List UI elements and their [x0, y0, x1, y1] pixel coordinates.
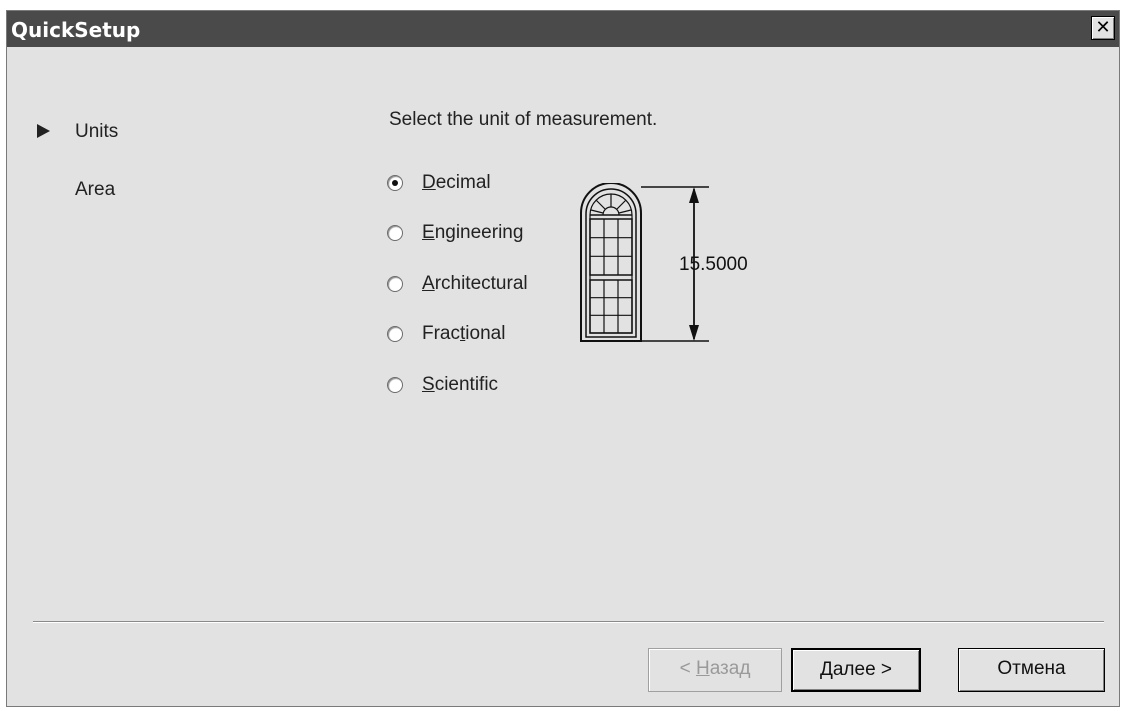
next-button[interactable]: Далее > [791, 648, 921, 692]
radio-button[interactable] [387, 377, 403, 393]
radio-label-decimal[interactable]: Decimal [422, 172, 491, 194]
cancel-button[interactable]: Отмена [958, 648, 1105, 692]
radio-button[interactable] [387, 276, 403, 292]
dimension-label: 15.5000 [679, 254, 748, 275]
step-label: Units [75, 121, 119, 142]
radio-button[interactable] [387, 326, 403, 342]
radio-label-fractional[interactable]: Fractional [422, 323, 505, 345]
instruction-text: Select the unit of measurement. [389, 109, 658, 130]
radio-label-scientific[interactable]: Scientific [422, 374, 498, 396]
close-button[interactable]: ✕ [1091, 16, 1115, 40]
quicksetup-dialog: QuickSetup ✕ Units Area Select the unit … [6, 10, 1120, 707]
step-label: Area [75, 179, 116, 200]
title-bar: QuickSetup ✕ [7, 11, 1119, 47]
current-step-arrow-icon [37, 124, 50, 138]
back-button[interactable]: < Назад [648, 648, 782, 692]
close-icon: ✕ [1095, 17, 1111, 38]
radio-label-architectural[interactable]: Architectural [422, 273, 528, 295]
window-title: QuickSetup [11, 18, 141, 42]
divider [33, 621, 1104, 623]
radio-button-checked[interactable] [387, 175, 403, 191]
radio-label-engineering[interactable]: Engineering [422, 222, 523, 244]
radio-button[interactable] [387, 225, 403, 241]
